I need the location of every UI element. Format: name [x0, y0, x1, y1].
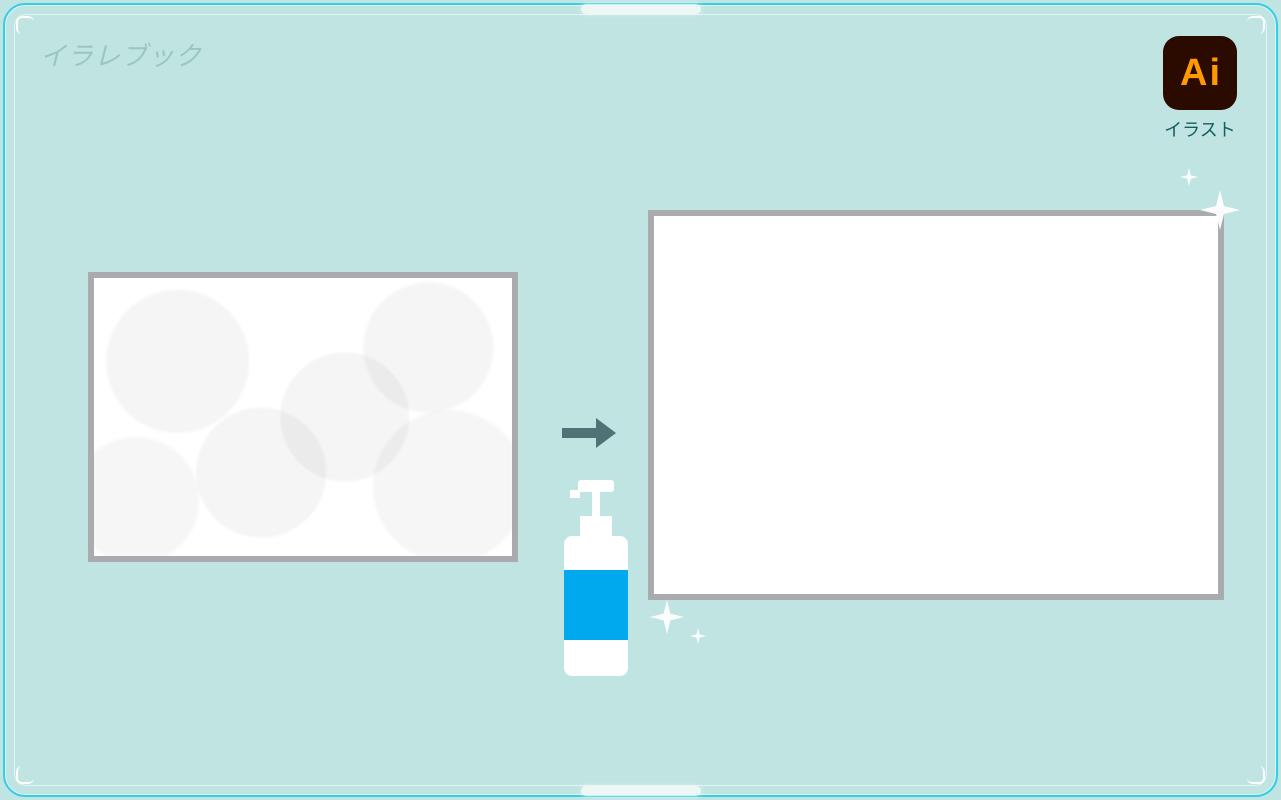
- frame-corner-bl: [16, 766, 34, 784]
- illustrator-badge: A i イラスト: [1163, 36, 1237, 142]
- soap-dispenser-icon: [556, 480, 636, 680]
- illustrator-icon-letter-i: i: [1209, 54, 1220, 92]
- frame-corner-tr: [1247, 16, 1265, 34]
- sparkle-icon: [690, 628, 706, 644]
- frame-corner-tl: [16, 16, 34, 34]
- dispenser-pump: [592, 492, 600, 516]
- frame-strip-top: [581, 4, 701, 14]
- illustration-stage: イラレブック A i イラスト: [0, 0, 1281, 800]
- dispenser-nozzle: [570, 490, 580, 498]
- sparkle-icon: [1200, 190, 1240, 230]
- dispenser-label: [564, 570, 628, 640]
- sparkle-icon: [1180, 168, 1198, 186]
- dispenser-neck: [580, 516, 612, 538]
- sparkle-icon: [650, 600, 684, 634]
- illustrator-icon-letter-a: A: [1180, 54, 1207, 92]
- site-watermark: イラレブック: [40, 36, 202, 73]
- illustrator-icon: A i: [1163, 36, 1237, 110]
- frame-corner-br: [1247, 766, 1265, 784]
- dispenser-cap: [578, 480, 614, 492]
- arrow-right-icon: [562, 418, 616, 453]
- frame-strip-bottom: [581, 786, 701, 796]
- before-card-dirty: [88, 272, 518, 562]
- after-card-clean: [648, 210, 1224, 600]
- illustrator-badge-label: イラスト: [1163, 116, 1237, 142]
